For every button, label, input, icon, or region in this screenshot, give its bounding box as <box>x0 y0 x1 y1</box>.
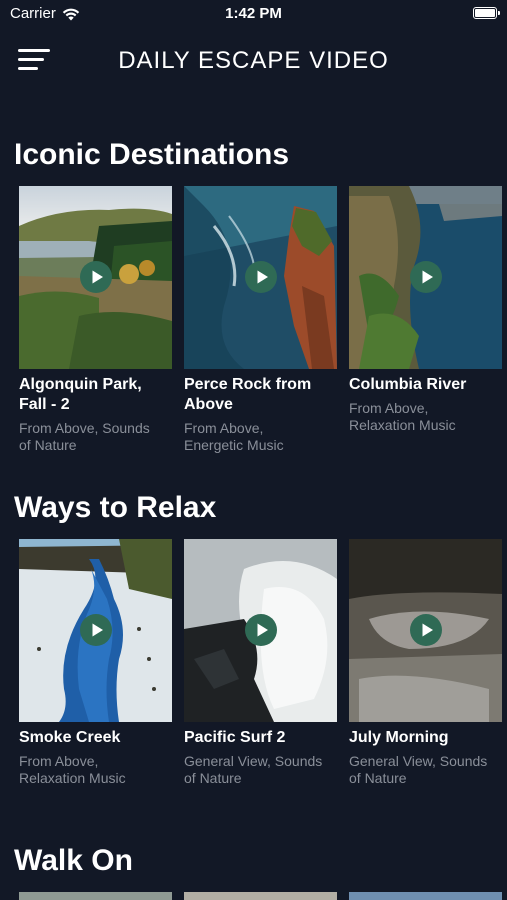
video-title-line: Columbia River <box>349 376 467 393</box>
video-tags-line: Relaxation Music <box>349 417 456 433</box>
battery-icon <box>473 7 500 19</box>
play-icon <box>422 270 433 284</box>
video-thumbnail[interactable] <box>349 186 502 369</box>
video-thumbnail[interactable] <box>184 186 337 369</box>
video-tags: General View, Sounds of Nature <box>349 753 502 787</box>
video-card[interactable]: Algonquin Park, Fall - 2 From Above, Sou… <box>19 186 172 454</box>
play-button[interactable] <box>245 261 277 293</box>
video-tags-line: From Above, <box>19 753 99 769</box>
play-icon <box>422 623 433 637</box>
section-walk-on: Walk On <box>0 844 507 900</box>
play-icon <box>92 270 103 284</box>
video-title: July Morning <box>349 728 502 748</box>
section-iconic-destinations: Iconic Destinations Algonquin Park, Fall… <box>0 138 507 478</box>
video-thumbnail[interactable] <box>184 539 337 722</box>
play-button[interactable] <box>245 614 277 646</box>
video-card[interactable]: Smoke Creek From Above, Relaxation Music <box>19 539 172 787</box>
section-ways-to-relax: Ways to Relax Smoke Creek From Above, Re… <box>0 491 507 831</box>
video-row[interactable]: Smoke Creek From Above, Relaxation Music <box>19 539 507 839</box>
video-tags: From Above, Relaxation Music <box>349 400 502 434</box>
video-thumbnail[interactable] <box>184 892 337 900</box>
play-button[interactable] <box>410 261 442 293</box>
video-title-line: Perce Rock from <box>184 376 312 393</box>
video-thumbnail[interactable] <box>19 539 172 722</box>
section-title: Ways to Relax <box>14 491 217 524</box>
play-button[interactable] <box>80 614 112 646</box>
video-tags-line: From Above, Sounds <box>19 420 150 436</box>
play-icon <box>257 623 268 637</box>
video-card[interactable]: Perce Rock from Above From Above, Energe… <box>184 186 337 454</box>
video-tags: From Above, Relaxation Music <box>19 753 172 787</box>
play-button[interactable] <box>410 614 442 646</box>
video-title: Columbia River <box>349 375 502 395</box>
video-card[interactable]: Columbia River From Above, Relaxation Mu… <box>349 186 502 434</box>
video-title: Pacific Surf 2 <box>184 728 337 748</box>
play-button[interactable] <box>80 261 112 293</box>
video-title-line: Fall - 2 <box>19 396 70 413</box>
video-title-line: July Morning <box>349 729 449 746</box>
video-title: Perce Rock from Above <box>184 375 337 415</box>
video-thumbnail[interactable] <box>19 892 172 900</box>
nav-bar: DAILY ESCAPE VIDEO <box>0 38 507 82</box>
video-thumbnail[interactable] <box>349 539 502 722</box>
video-title-line: Above <box>184 396 233 413</box>
video-title-line: Smoke Creek <box>19 729 121 746</box>
video-tags-line: of Nature <box>19 437 77 453</box>
status-time: 1:42 PM <box>225 5 282 22</box>
video-tags: General View, Sounds of Nature <box>184 753 337 787</box>
video-card[interactable]: Pacific Surf 2 General View, Sounds of N… <box>184 539 337 787</box>
video-tags-line: Relaxation Music <box>19 770 126 786</box>
video-card[interactable]: July Morning General View, Sounds of Nat… <box>349 539 502 787</box>
video-title: Algonquin Park, Fall - 2 <box>19 375 172 415</box>
video-tags: From Above, Sounds of Nature <box>19 420 172 454</box>
video-title-line: Algonquin Park, <box>19 376 142 393</box>
video-tags-line: Energetic Music <box>184 437 284 453</box>
video-tags: From Above, Energetic Music <box>184 420 337 454</box>
video-title-line: Pacific Surf 2 <box>184 729 286 746</box>
video-title: Smoke Creek <box>19 728 172 748</box>
video-row[interactable]: Algonquin Park, Fall - 2 From Above, Sou… <box>19 186 507 486</box>
section-title: Iconic Destinations <box>14 138 290 171</box>
app-screen: Carrier 1:42 PM DAILY ESCAPE VIDEO Iconi… <box>0 0 507 900</box>
section-title: Walk On <box>14 844 133 877</box>
video-thumbnail[interactable] <box>19 186 172 369</box>
video-tags-line: of Nature <box>184 770 242 786</box>
video-tags-line: General View, Sounds <box>349 753 488 769</box>
status-bar: Carrier 1:42 PM <box>0 0 507 28</box>
play-icon <box>257 270 268 284</box>
video-thumbnail[interactable] <box>349 892 502 900</box>
play-icon <box>92 623 103 637</box>
page-title: DAILY ESCAPE VIDEO <box>118 47 389 74</box>
video-tags-line: General View, Sounds <box>184 753 323 769</box>
video-tags-line: From Above, <box>184 420 264 436</box>
video-tags-line: of Nature <box>349 770 407 786</box>
video-tags-line: From Above, <box>349 400 429 416</box>
